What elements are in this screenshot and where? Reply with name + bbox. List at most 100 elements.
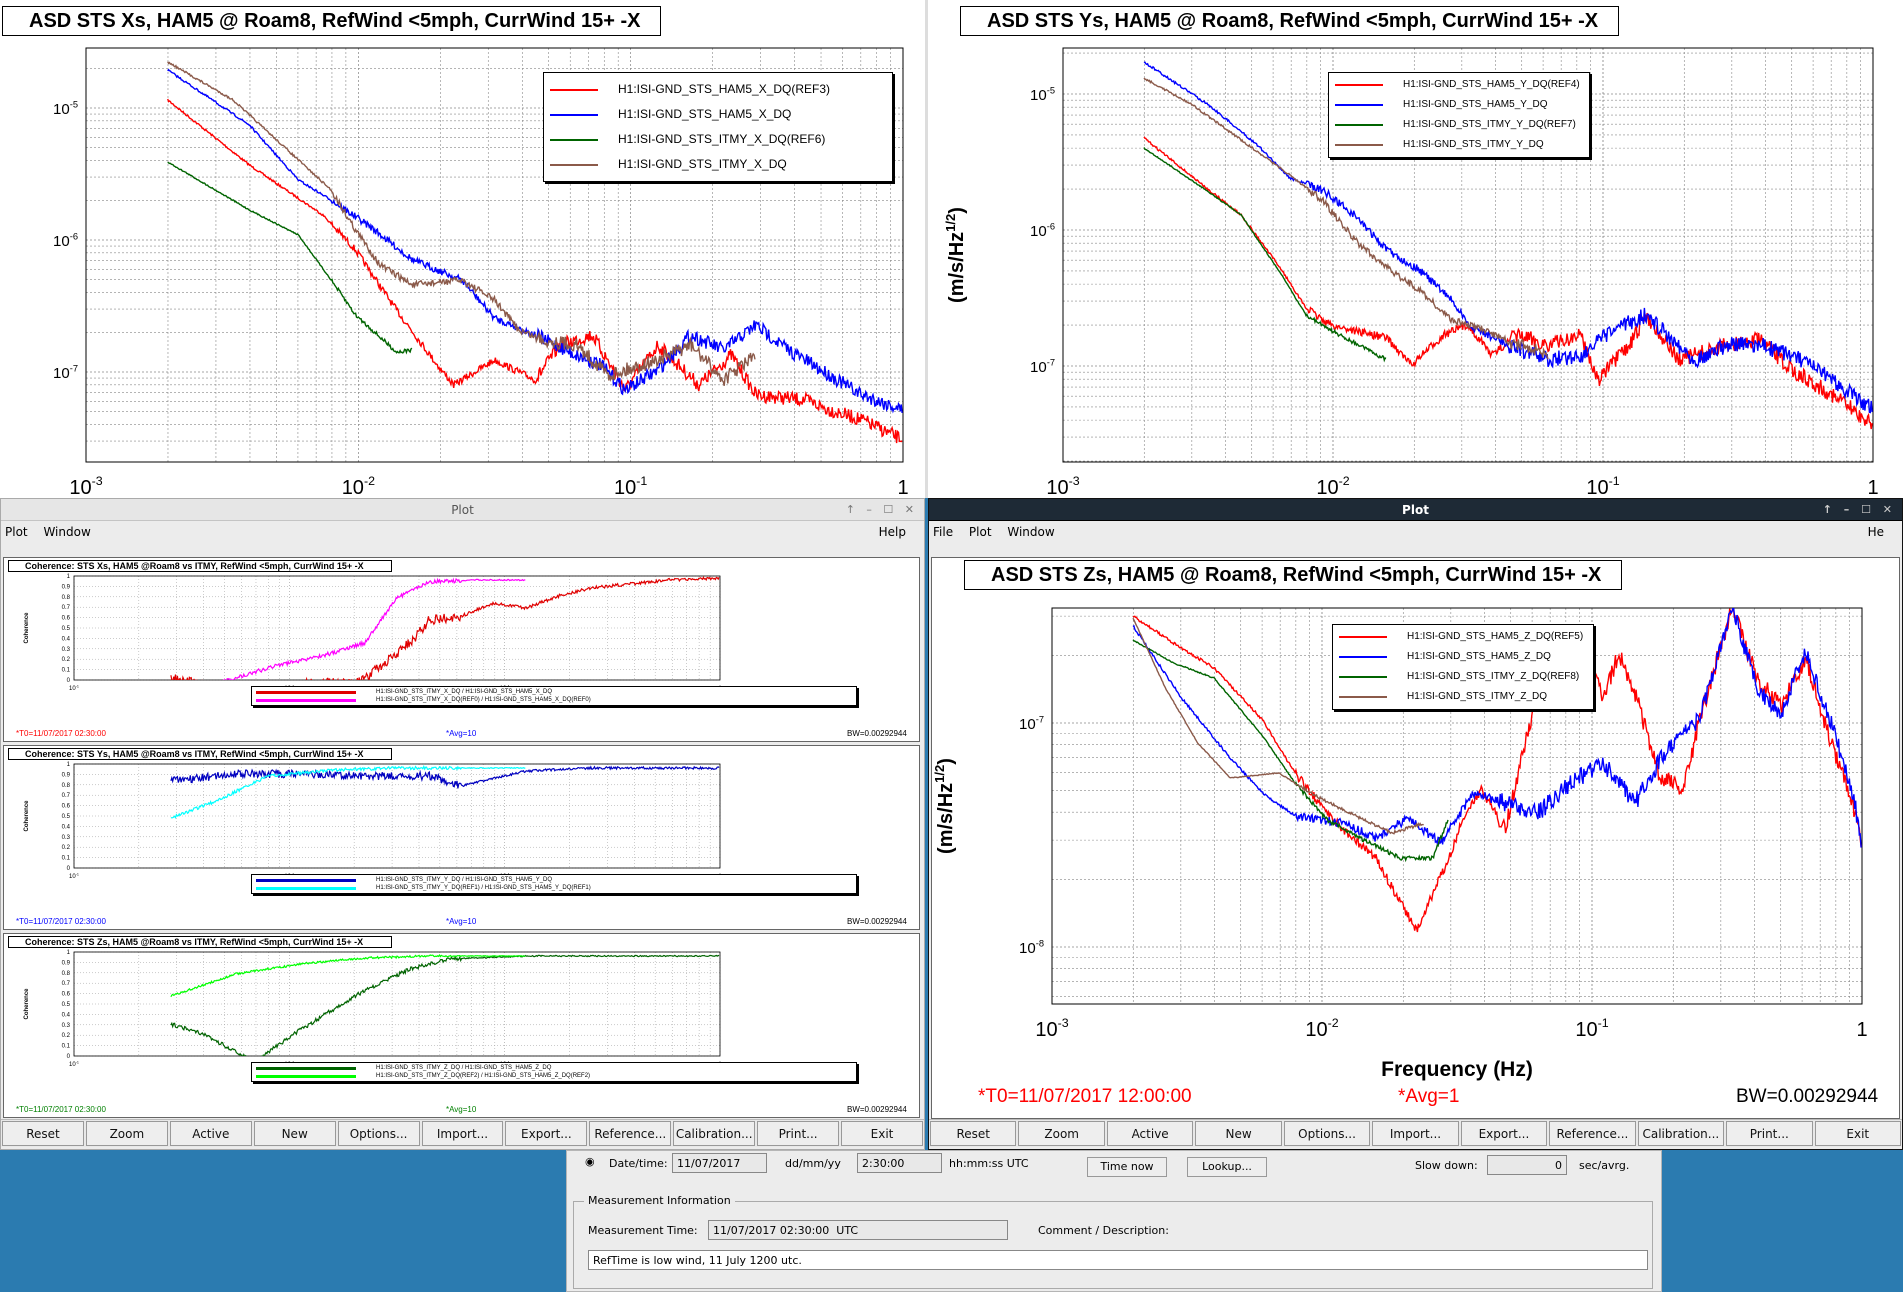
y-tick-label: 0.2 [62, 1033, 71, 1039]
window-controls[interactable]: ↑ – ☐ ✕ [1823, 499, 1896, 521]
legend-entry: H1:ISI-GND_STS_ITMY_Y_DQ [1335, 135, 1583, 155]
x-tick-label: 10-1 [69, 872, 79, 880]
coh-x-title: Coherence: STS Xs, HAM5 @Roam8 vs ITMY, … [8, 560, 392, 572]
window-controls[interactable]: ↑ – ☐ ✕ [846, 499, 918, 521]
asd-z-titlebar[interactable]: Plot ↑ – ☐ ✕ [929, 499, 1902, 521]
x-tick-label: 10-3 [69, 474, 102, 498]
menu-window[interactable]: Window [1007, 525, 1054, 539]
legend-swatch [256, 886, 356, 890]
data-series-ref4 [1143, 136, 1873, 430]
coherence-plot-x: 10.90.80.70.60.50.40.30.20.1010-110-110-… [3, 557, 920, 742]
y-tick-label: 0.9 [62, 960, 71, 966]
menu-help[interactable]: He [1868, 521, 1884, 543]
calibration-button[interactable]: Calibration... [673, 1121, 756, 1146]
y-tick-label: 0.3 [62, 1023, 71, 1029]
time-now-button[interactable]: Time now [1087, 1157, 1167, 1177]
menu-file[interactable]: File [933, 525, 953, 539]
asd-y-window: 10-3 10-2 10-1 1 10-5 10-6 10-7 (m/s/Hz1/2) ASD… [928, 0, 1903, 498]
x-tick-label: 10-1 [69, 1060, 79, 1068]
active-button[interactable]: Active [1106, 1121, 1194, 1146]
legend-entry: H1:ISI-GND_STS_ITMY_Z_DQ / H1:ISI-GND_ST… [256, 1064, 852, 1072]
print-button[interactable]: Print... [757, 1121, 840, 1146]
active-button[interactable]: Active [169, 1121, 252, 1146]
y-tick-label: 0.1 [62, 1044, 71, 1050]
slow-down-input[interactable] [1487, 1155, 1567, 1175]
import-button[interactable]: Import... [421, 1121, 504, 1146]
legend-label: H1:ISI-GND_STS_ITMY_X_DQ(REF6) [618, 132, 826, 146]
menu-window[interactable]: Window [43, 525, 90, 539]
legend-entry: H1:ISI-GND_STS_HAM5_Z_DQ [1339, 647, 1587, 667]
x-tick-label: 10-2 [342, 474, 375, 498]
y-tick-label: 0.1 [62, 668, 71, 674]
date-input[interactable] [672, 1153, 767, 1173]
legend-label: H1:ISI-GND_STS_HAM5_Y_DQ(REF4) [1403, 79, 1580, 90]
legend-swatch [1335, 124, 1383, 126]
legend-entry: H1:ISI-GND_STS_ITMY_X_DQ [550, 152, 886, 177]
y-tick-label: 10-5 [53, 99, 78, 118]
import-button[interactable]: Import... [1372, 1121, 1459, 1146]
menu-plot[interactable]: Plot [969, 525, 992, 539]
legend-swatch [1339, 696, 1387, 698]
time-input[interactable] [857, 1153, 942, 1173]
x-tick-label: 1 [1867, 477, 1878, 498]
asd-x-window: 10-310-210-1110-510-610-7(m/s/Hz1/2) ASD… [0, 0, 925, 498]
options-button[interactable]: Options... [337, 1121, 420, 1146]
legend-label: H1:ISI-GND_STS_HAM5_X_DQ [618, 107, 792, 121]
new-button[interactable]: New [1195, 1121, 1282, 1146]
reference-button[interactable]: Reference... [589, 1121, 672, 1146]
legend-swatch [1335, 144, 1383, 146]
coh-y-title: Coherence: STS Ys, HAM5 @Roam8 vs ITMY, … [8, 748, 392, 760]
reset-button[interactable]: Reset [930, 1121, 1017, 1146]
legend-entry: H1:ISI-GND_STS_ITMY_X_DQ(REF6) [550, 127, 886, 152]
legend-swatch [256, 1066, 356, 1070]
menu-help[interactable]: Help [879, 521, 906, 543]
options-button[interactable]: Options... [1283, 1121, 1371, 1146]
legend-swatch [256, 690, 356, 694]
y-axis-label: Coherence [24, 988, 30, 1020]
x-tick-label: 10-2 [1305, 1016, 1338, 1041]
x-tick-label: 10-3 [1046, 474, 1079, 498]
coherence-titlebar[interactable]: Plot ↑ – ☐ ✕ [1, 499, 924, 521]
exit-button[interactable]: Exit [841, 1121, 923, 1146]
lookup-button[interactable]: Lookup... [1187, 1157, 1267, 1177]
export-button[interactable]: Export... [1460, 1121, 1548, 1146]
y-tick-label: 0.6 [62, 992, 71, 998]
print-button[interactable]: Print... [1726, 1121, 1813, 1146]
coh-z-svg: 10.90.80.70.60.50.40.30.20.1010-110-110-… [24, 950, 722, 1080]
coherence-plot-y: 10.90.80.70.60.50.40.30.20.1010-110-110-… [3, 745, 920, 930]
date-format: dd/mm/yy [785, 1157, 841, 1170]
menu-plot[interactable]: Plot [5, 525, 28, 539]
asd-z-plot-frame: 10-3 10-2 10-1 1 10-7 10-8 (m/s/Hz1/2) Frequenc… [931, 557, 1900, 1119]
y-tick-label: 0.5 [62, 814, 71, 820]
legend-label: H1:ISI-GND_STS_HAM5_X_DQ(REF3) [618, 82, 831, 96]
new-button[interactable]: New [253, 1121, 336, 1146]
asd-x-title: ASD STS Xs, HAM5 @ Roam8, RefWind <5mph,… [2, 6, 662, 36]
legend-label: H1:ISI-GND_STS_HAM5_Y_DQ [1403, 99, 1548, 110]
x-tick-label: 10-1 [614, 474, 647, 498]
y-tick-label: 10-7 [1030, 357, 1055, 376]
slow-down-label: Slow down: [1415, 1159, 1478, 1172]
coherence-plot-z: 10.90.80.70.60.50.40.30.20.1010-110-110-… [3, 933, 920, 1118]
radio-datetime[interactable]: ◉ [585, 1155, 595, 1168]
legend-swatch [1339, 676, 1387, 678]
y-tick-label: 1 [67, 574, 71, 580]
zoom-button[interactable]: Zoom [85, 1121, 168, 1146]
y-tick-label: 0.7 [62, 605, 71, 611]
y-tick-label: 0.1 [62, 856, 71, 862]
legend-entry: H1:ISI-GND_STS_HAM5_Y_DQ(REF4) [1335, 75, 1583, 95]
reference-button[interactable]: Reference... [1549, 1121, 1636, 1146]
y-tick-label: 0.9 [62, 584, 71, 590]
y-tick-label: 0.4 [62, 824, 71, 830]
reset-button[interactable]: Reset [2, 1121, 84, 1146]
comment-input[interactable] [588, 1250, 1648, 1270]
export-button[interactable]: Export... [505, 1121, 588, 1146]
x-axis-label: Frequency (Hz) [1381, 1058, 1533, 1081]
calibration-button[interactable]: Calibration... [1637, 1121, 1725, 1146]
zoom-button[interactable]: Zoom [1018, 1121, 1105, 1146]
x-tick-label: 10-2 [1316, 474, 1349, 498]
measurement-time-input[interactable] [708, 1220, 1008, 1240]
exit-button[interactable]: Exit [1814, 1121, 1901, 1146]
y-tick-label: 0.6 [62, 616, 71, 622]
coh-z-avg: *Avg=10 [446, 1105, 477, 1114]
y-tick-label: 0.2 [62, 845, 71, 851]
